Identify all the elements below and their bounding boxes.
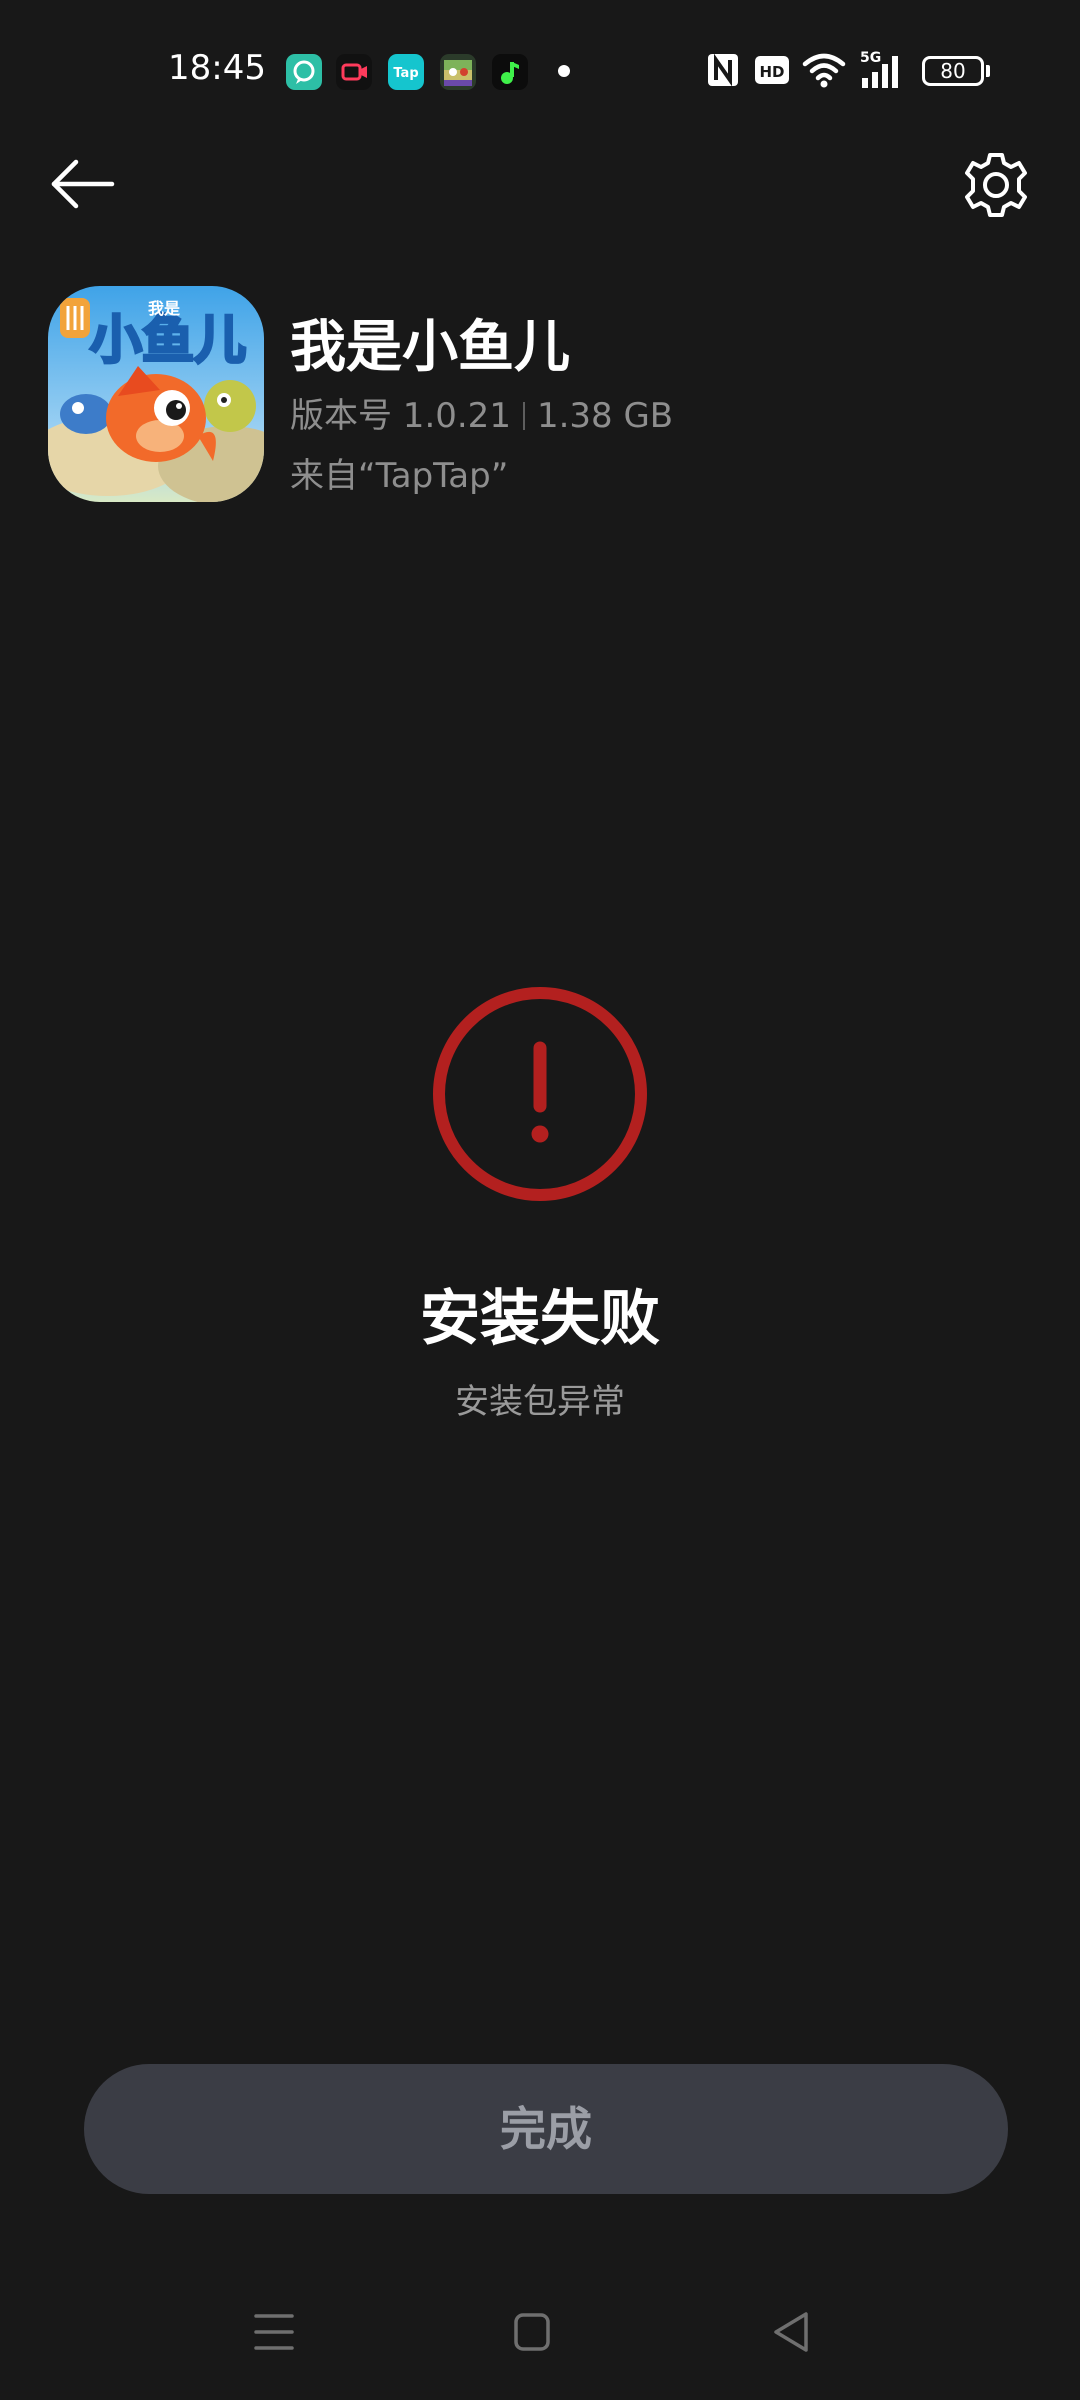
arrow-left-icon — [51, 159, 115, 209]
taptap-icon-label: Tap — [393, 66, 418, 81]
result-title: 安装失败 — [420, 1284, 660, 1354]
back-button[interactable] — [40, 146, 130, 222]
result-subtitle: 安装包异常 — [455, 1382, 625, 1422]
screen-record-icon — [336, 54, 372, 90]
battery-indicator: 80 — [922, 56, 984, 86]
more-notifications-dot-icon — [558, 65, 570, 77]
app-meta: 版本号 1.0.21 1.38 GB — [290, 388, 673, 437]
app-icon-badge: 我是 — [148, 299, 180, 318]
app-icon-title: 小鱼儿 — [90, 311, 246, 371]
network-type-label: 5G — [860, 50, 881, 66]
app-icon: 小鱼儿 我是 — [48, 286, 264, 502]
back-triangle-icon — [774, 2312, 808, 2352]
hd-voice-label: HD — [759, 63, 784, 81]
nav-menu-button[interactable] — [244, 2302, 304, 2362]
nav-home-button[interactable] — [502, 2302, 562, 2362]
wifi-icon — [802, 52, 846, 94]
battery-nub — [986, 65, 990, 77]
menu-icon — [254, 2314, 294, 2350]
chat-bubble-icon — [286, 54, 322, 90]
status-time: 18:45 — [168, 48, 266, 88]
status-bar: 18:45 Tap HD 5G 80 — [0, 0, 1080, 140]
app-source: 来自“TapTap” — [290, 456, 509, 496]
app-size: 1.38 GB — [536, 396, 674, 436]
taptap-icon: Tap — [388, 54, 424, 90]
nfc-icon — [706, 52, 740, 92]
settings-button[interactable] — [950, 144, 1040, 226]
done-button[interactable]: 完成 — [84, 2064, 1008, 2194]
music-note-icon — [492, 54, 528, 90]
meta-divider — [522, 402, 525, 430]
nav-back-button[interactable] — [762, 2302, 822, 2362]
cellular-signal-icon: 5G — [858, 48, 906, 94]
app-version: 版本号 1.0.21 — [290, 396, 511, 436]
error-exclamation-icon — [430, 984, 650, 1204]
home-icon — [514, 2313, 550, 2351]
game-thumbnail-icon — [440, 54, 476, 90]
hd-voice-icon: HD — [754, 52, 790, 92]
gear-icon — [965, 153, 1027, 217]
app-name: 我是小鱼儿 — [290, 315, 570, 380]
